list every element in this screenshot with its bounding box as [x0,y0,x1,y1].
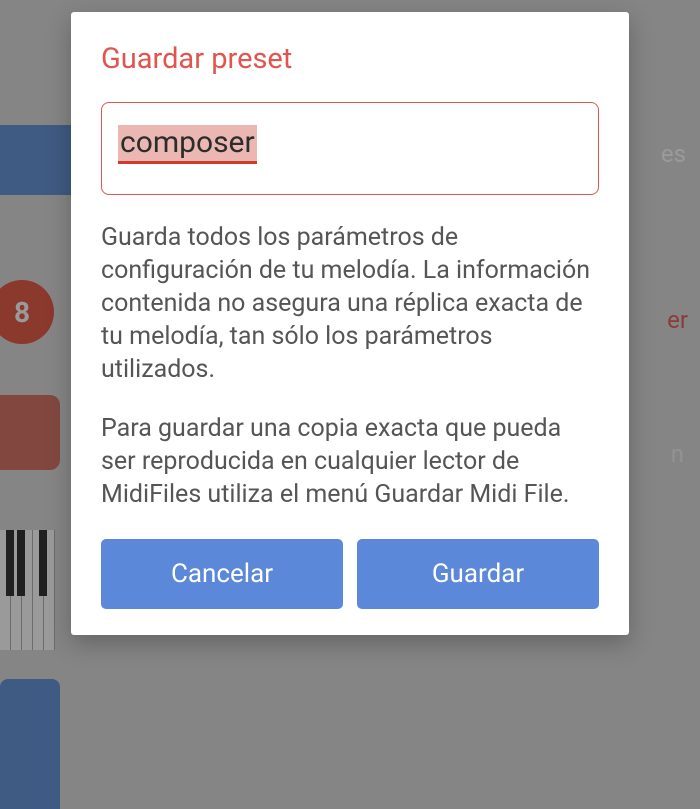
save-preset-dialog: Guardar preset composer Guarda todos los… [71,12,629,635]
dialog-title: Guardar preset [101,42,599,76]
dialog-body: Guarda todos los parámetros de configura… [101,221,599,511]
dialog-button-row: Cancelar Guardar [101,539,599,609]
dialog-paragraph-1: Guarda todos los parámetros de configura… [101,221,599,386]
dialog-paragraph-2: Para guardar una copia exacta que pueda … [101,412,599,511]
preset-name-value[interactable]: composer [118,125,257,164]
cancel-button[interactable]: Cancelar [101,539,343,609]
preset-name-input[interactable]: composer [101,102,599,195]
save-button[interactable]: Guardar [357,539,599,609]
